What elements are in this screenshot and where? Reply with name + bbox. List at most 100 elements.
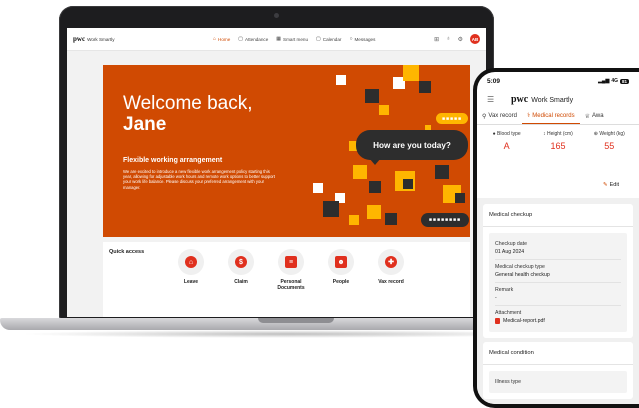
tab-medical-records[interactable]: ⚕ Medical records <box>521 108 580 124</box>
brand-mark: pwc <box>511 93 529 105</box>
field-value: - <box>495 295 497 301</box>
welcome-heading: Welcome back, Jane <box>123 93 253 135</box>
nav-smart-menu[interactable]: ▦ Smart menu <box>276 36 308 42</box>
field-label: Checkup date <box>495 241 528 247</box>
card-title: Medical checkup <box>483 204 633 227</box>
tab-label: Awa <box>591 113 604 119</box>
quick-access-label: People <box>332 279 350 285</box>
welcome-banner: Welcome back, Jane Flexible working arra… <box>103 65 470 237</box>
deco-block <box>435 165 449 179</box>
records-section: Medical checkup Checkup date 01 Aug 2024… <box>477 198 639 404</box>
scale-icon: ⊕ <box>593 131 598 137</box>
home-icon: ⌂ <box>213 36 217 42</box>
decorative-pill-yellow: ■■■■■ <box>436 113 468 124</box>
attachment-link[interactable]: Medical-report.pdf <box>495 318 621 324</box>
deco-block <box>403 179 413 189</box>
nav-home[interactable]: ⌂ Home <box>213 36 230 42</box>
quick-access-leave[interactable]: ⌂ Leave <box>171 249 211 285</box>
metric-height: ↕ Height (cm) 165 <box>533 131 583 151</box>
stethoscope-icon: ⚕ <box>526 113 531 119</box>
tab-awards[interactable]: ♕ Awa <box>580 108 609 124</box>
brand-mark: pwc <box>73 35 86 43</box>
gear-icon[interactable]: ⚙ <box>458 36 463 43</box>
status-bar: 5:09 ▂▄▆ 4G 81 <box>477 72 639 90</box>
deco-block <box>353 165 367 179</box>
chat-icon: ○ <box>349 36 353 42</box>
quick-access-claim[interactable]: $ Claim <box>221 249 261 285</box>
mood-prompt-bubble[interactable]: How are you today? <box>356 130 468 160</box>
people-icon-wrap: ☻ <box>328 249 354 275</box>
greeting-text: Welcome back, <box>123 93 253 114</box>
vax-icon-wrap: ✚ <box>378 249 404 275</box>
height-icon: ↕ <box>543 131 546 137</box>
webcam <box>274 13 279 18</box>
vaccine-icon: ⚲ <box>482 113 487 120</box>
attachment-filename: Medical-report.pdf <box>503 318 545 324</box>
nav-calendar[interactable]: ▢ Calendar <box>316 36 341 42</box>
main-nav: ⌂ Home ▢ Attendance ▦ Smart menu ▢ Calendar … <box>213 36 375 42</box>
quick-access-label: Leave <box>183 279 199 285</box>
nav-label: Attendance <box>245 36 269 42</box>
body-metrics: ● Blood type A ↕ Height (cm) 165 ⊕ Weigh… <box>477 125 639 151</box>
decorative-pill-dark: ■■■■■■■■ <box>421 213 469 227</box>
field-checkup-date: Checkup date 01 Aug 2024 <box>495 237 621 260</box>
phone: 5:09 ▂▄▆ 4G 81 ☰ pwc Work Smartly ⚲ Vax r… <box>473 68 639 408</box>
nav-label: Home <box>218 36 231 42</box>
bell-icon[interactable]: ♁ <box>446 36 451 42</box>
quick-access-label: Personal Documents <box>277 279 305 291</box>
quick-access-people[interactable]: ☻ People <box>321 249 361 285</box>
edit-button[interactable]: ✎ Edit <box>603 182 619 188</box>
deco-block <box>419 81 431 93</box>
deco-block <box>403 65 419 81</box>
condition-details: Illness type <box>489 371 627 393</box>
pdf-file-icon <box>495 318 500 324</box>
card-title: Medical condition <box>483 342 633 365</box>
nav-messages[interactable]: ○ Messages <box>349 36 375 42</box>
vaccine-icon: ✚ <box>385 256 397 268</box>
field-value: General health checkup <box>495 272 550 278</box>
quick-access-panel: Quick access ⌂ Leave $ Claim ≡ Personal … <box>103 242 470 317</box>
home-icon: ⌂ <box>185 256 197 268</box>
network-label: 4G <box>611 78 618 84</box>
tab-label: Vax record <box>488 113 517 119</box>
status-time: 5:09 <box>487 77 501 85</box>
metric-value: A <box>503 141 510 151</box>
menu-icon[interactable]: ☰ <box>487 95 511 104</box>
header-tools: ⊞ ♁ ⚙ AB <box>434 34 480 44</box>
metric-weight: ⊕ Weight (kg) 55 <box>584 131 634 151</box>
deco-block <box>455 193 465 203</box>
deco-block <box>367 205 381 219</box>
brand-product: Work Smartly <box>87 37 115 42</box>
nav-label: Smart menu <box>283 36 309 42</box>
announcement-title: Flexible working arrangement <box>123 157 223 164</box>
metric-label-text: Height (cm) <box>547 131 573 137</box>
phone-screen: 5:09 ▂▄▆ 4G 81 ☰ pwc Work Smartly ⚲ Vax r… <box>477 72 639 404</box>
field-label: Illness type <box>495 379 521 385</box>
records-tabs: ⚲ Vax record ⚕ Medical records ♕ Awa <box>477 108 639 125</box>
quick-access-vax-record[interactable]: ✚ Vax record <box>371 249 411 285</box>
deco-block <box>369 181 381 193</box>
avatar[interactable]: AB <box>470 34 480 44</box>
bubble-tail <box>369 158 381 165</box>
field-checkup-type: Medical checkup type General health chec… <box>495 260 621 283</box>
field-attachment: Attachment Medical-report.pdf <box>495 306 621 328</box>
announcement-body: We are excited to introduce a new flexib… <box>123 169 275 190</box>
metric-value: 55 <box>604 141 615 151</box>
brand-logo[interactable]: pwc Work Smartly <box>73 35 213 43</box>
checkup-details: Checkup date 01 Aug 2024 Medical checkup… <box>489 233 627 332</box>
award-icon: ♕ <box>584 113 590 120</box>
leave-icon-wrap: ⌂ <box>178 249 204 275</box>
deco-block <box>365 89 379 103</box>
calendar-icon: ▢ <box>238 36 244 42</box>
nav-attendance[interactable]: ▢ Attendance <box>238 36 268 42</box>
tab-vax-record[interactable]: ⚲ Vax record <box>477 108 522 124</box>
app-header: ☰ pwc Work Smartly <box>477 90 639 108</box>
brand-logo: pwc Work Smartly <box>511 94 573 105</box>
status-indicators: ▂▄▆ 4G 81 <box>598 78 629 84</box>
laptop-hinge-notch <box>258 318 334 323</box>
metric-value: 165 <box>550 141 566 151</box>
quick-access-personal-documents[interactable]: ≡ Personal Documents <box>271 249 311 291</box>
metric-label: ↕ Height (cm) <box>533 131 583 137</box>
apps-icon[interactable]: ⊞ <box>434 36 439 43</box>
documents-icon-wrap: ≡ <box>278 249 304 275</box>
